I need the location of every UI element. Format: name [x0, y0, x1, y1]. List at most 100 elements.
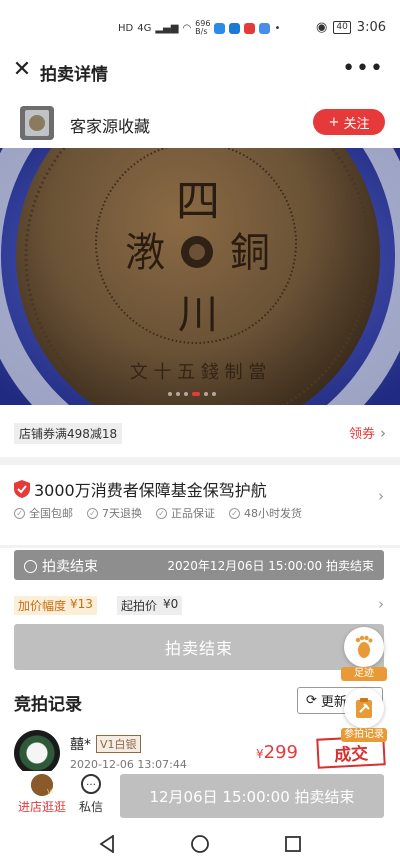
- auction-status: 拍卖结束: [24, 556, 98, 576]
- svg-text:銅: 銅: [230, 230, 270, 276]
- more-notifications-icon: •: [274, 22, 281, 34]
- signal-icon: ▂▄▆: [155, 22, 179, 34]
- home-icon[interactable]: [190, 834, 210, 854]
- check-icon: ✓: [156, 507, 167, 519]
- check-icon: ✓: [14, 507, 25, 519]
- bid-history-button[interactable]: 参拍记录: [341, 688, 387, 742]
- coupon-row[interactable]: 店铺券满498减18 领券 ›: [0, 405, 400, 457]
- member-level-badge: V1白银: [96, 735, 141, 753]
- bid-records-title: 竞拍记录: [14, 695, 82, 715]
- gallery-dot[interactable]: [168, 392, 172, 396]
- get-coupon-label: 领券: [348, 427, 375, 442]
- app-icon-1: [214, 22, 226, 34]
- auction-status-bar: 拍卖结束 2020年12月06日 15:00:00 拍卖结束: [14, 550, 384, 580]
- net-speed: 696 B/s: [195, 19, 211, 36]
- get-coupon-link[interactable]: 领券 ›: [348, 423, 386, 443]
- guarantee-item-label: 7天退换: [102, 507, 142, 520]
- shield-icon: [14, 480, 30, 498]
- gallery-dot[interactable]: [204, 392, 208, 396]
- start-price-tag: 起拍价 ¥0: [117, 596, 183, 615]
- svg-text:川: 川: [178, 292, 218, 338]
- guarantee-item: ✓ 全国包邮: [14, 505, 73, 521]
- footprint-icon-circle: [344, 627, 384, 667]
- footprint-icon: [355, 635, 373, 658]
- follow-label: 关注: [343, 116, 370, 132]
- chevron-right-icon: ›: [380, 423, 386, 442]
- guarantee-item-label: 正品保证: [171, 507, 215, 520]
- coupon-tag: 店铺券满498减18: [14, 423, 123, 444]
- guarantee-item: ✓ 正品保证: [156, 505, 215, 521]
- footprint-button[interactable]: 足迹: [341, 627, 387, 681]
- close-icon[interactable]: ✕: [10, 58, 34, 82]
- page-title: 拍卖详情: [40, 65, 108, 85]
- battery-icon: 40: [333, 21, 351, 34]
- bid-price-value: 299: [263, 742, 298, 763]
- chevron-right-icon[interactable]: ›: [378, 595, 384, 613]
- bidder-name: 囍*: [70, 737, 91, 753]
- message-label: 私信: [78, 800, 103, 814]
- guarantee-title: 3000万消费者保障基金保驾护航: [14, 477, 267, 501]
- gavel-clipboard-icon: [356, 698, 372, 718]
- footprint-label: 足迹: [341, 667, 387, 681]
- svg-text:V4: V4: [47, 788, 53, 796]
- gallery-dot[interactable]: [176, 392, 180, 396]
- guarantee-title-text: 3000万消费者保障基金保驾护航: [34, 481, 267, 500]
- guarantee-section[interactable]: 3000万消费者保障基金保驾护航 ✓ 全国包邮 ✓ 7天退换 ✓ 正品保证 ✓ 48小时…: [0, 465, 400, 545]
- wifi-icon: ◠: [182, 22, 192, 34]
- start-price-label: 起拍价: [121, 599, 158, 613]
- increment-label: 加价幅度: [18, 599, 67, 613]
- guarantee-item-label: 全国包邮: [29, 507, 73, 520]
- eye-icon: ◉: [316, 20, 328, 35]
- clock-icon: [24, 559, 37, 573]
- bidder-avatar[interactable]: [14, 730, 60, 776]
- visit-shop-label: 进店逛逛: [17, 800, 66, 814]
- clock-time: 3:06: [356, 20, 386, 35]
- auction-section: 拍卖结束 2020年12月06日 15:00:00 拍卖结束 加价幅度 ¥13 …: [0, 548, 400, 676]
- status-left: HD 4G ▂▄▆ ◠ 696 B/s •: [118, 20, 280, 36]
- increment-value: ¥13: [70, 597, 93, 611]
- svg-text:文 十 五 錢 制 當: 文 十 五 錢 制 當: [130, 362, 267, 383]
- start-price-value: ¥0: [163, 597, 179, 611]
- shop-icon: V4: [31, 774, 57, 796]
- bid-price: ¥299: [256, 742, 298, 763]
- guarantee-item: ✓ 48小时发货: [229, 505, 302, 521]
- auction-end-time: 2020年12月06日 15:00:00 拍卖结束: [167, 559, 374, 573]
- guarantee-items: ✓ 全国包邮 ✓ 7天退换 ✓ 正品保证 ✓ 48小时发货: [14, 505, 302, 521]
- bidder-name-row: 囍* V1白银: [70, 734, 141, 754]
- more-icon[interactable]: •••: [342, 56, 384, 81]
- message-icon: …: [81, 774, 101, 794]
- gallery-dot[interactable]: [212, 392, 216, 396]
- status-right: ◉ 40 3:06: [316, 20, 386, 35]
- auction-ended-button[interactable]: 拍卖结束: [14, 624, 384, 670]
- auction-ended-main-button[interactable]: 12月06日 15:00:00 拍卖结束: [120, 774, 384, 818]
- back-icon[interactable]: [97, 834, 117, 854]
- svg-text:四: 四: [176, 176, 220, 227]
- bid-time: 2020-12-06 13:07:44: [70, 758, 187, 771]
- check-icon: ✓: [87, 507, 98, 519]
- bid-records-section: 竞拍记录 ⟳ 更新 囍* V1白银 2020-12-06 13:07:44 ¥2…: [0, 676, 400, 776]
- message-tab[interactable]: … 私信: [76, 774, 106, 818]
- gallery-dot-active[interactable]: [192, 392, 200, 396]
- shop-avatar[interactable]: [20, 106, 54, 140]
- svg-text:漖: 漖: [125, 230, 165, 276]
- app-icon-3: [244, 22, 256, 34]
- chevron-right-icon[interactable]: ›: [378, 487, 384, 505]
- hd-indicator: HD: [118, 22, 134, 34]
- increment-tag: 加价幅度 ¥13: [14, 596, 97, 615]
- shop-name[interactable]: 客家源收藏: [70, 113, 150, 137]
- recents-icon[interactable]: [283, 834, 303, 854]
- plus-icon: +: [328, 114, 340, 130]
- follow-button[interactable]: + 关注: [313, 109, 385, 135]
- check-icon: ✓: [229, 507, 240, 519]
- system-nav-bar: [0, 821, 400, 867]
- bid-history-icon-circle: [344, 688, 384, 728]
- guarantee-item-label: 48小时发货: [244, 507, 302, 520]
- status-bar: HD 4G ▂▄▆ ◠ 696 B/s • ◉ 40 3:06: [0, 0, 400, 46]
- auction-status-label: 拍卖结束: [42, 559, 98, 575]
- shop-row[interactable]: 客家源收藏 + 关注: [0, 98, 400, 148]
- gallery-indicator: [168, 392, 216, 396]
- visit-shop-tab[interactable]: V4 进店逛逛: [14, 774, 70, 818]
- currency-symbol: ¥: [256, 747, 264, 761]
- product-image[interactable]: 四 漖 銅 川 文 十 五 錢 制 當: [0, 148, 400, 405]
- gallery-dot[interactable]: [184, 392, 188, 396]
